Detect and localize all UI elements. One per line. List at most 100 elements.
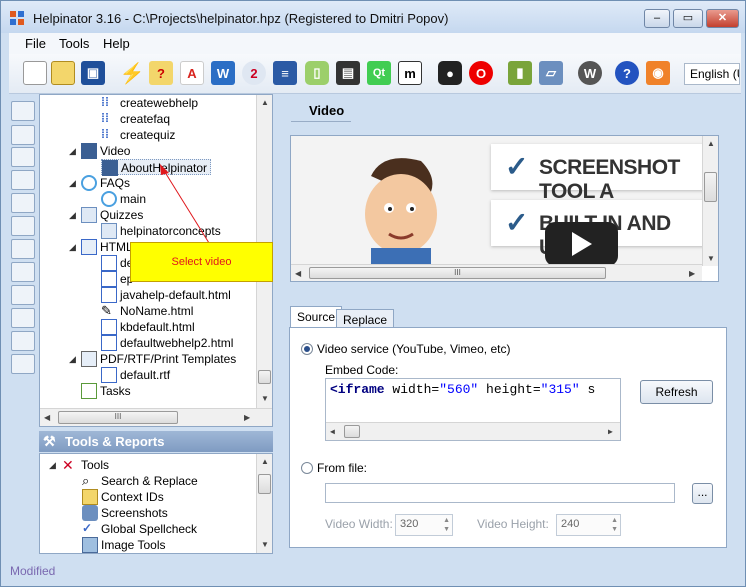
qt-icon[interactable]: Qt [367, 61, 391, 85]
collapse-icon[interactable]: ◢ [69, 178, 76, 189]
new-file-icon[interactable] [23, 61, 47, 85]
spin-arrows-icon[interactable]: ▲ ▼ [443, 516, 450, 534]
video-height-stepper[interactable]: 240 ▲ ▼ [556, 514, 621, 536]
tree-item[interactable]: Tasks [81, 383, 131, 399]
tree-item[interactable]: default.rtf [101, 367, 170, 383]
windows-icon[interactable] [11, 147, 35, 167]
tree-item[interactable]: javahelp-default.html [101, 287, 231, 303]
code-hscrollbar[interactable]: ◀ ▶ [326, 422, 620, 440]
tree-item[interactable]: ⁞⁞ createfaq [101, 111, 170, 127]
embed-code-field[interactable]: <iframe width="560" height="315" s ◀ ▶ [325, 378, 621, 441]
collapse-icon[interactable]: ◢ [69, 210, 76, 221]
from-file-radio[interactable] [301, 462, 313, 474]
scroll-thumb[interactable] [704, 172, 717, 202]
tree-item[interactable]: PDF/RTF/Print Templates [81, 351, 236, 367]
restore-button[interactable]: ▭ [673, 9, 703, 28]
scroll-thumb[interactable] [258, 370, 271, 384]
play-button[interactable] [545, 222, 618, 266]
minimize-button[interactable]: – [644, 9, 670, 28]
markdown-icon[interactable]: m [398, 61, 422, 85]
tree-item[interactable]: HTML [81, 239, 133, 255]
menu-help[interactable]: Help [103, 36, 130, 51]
tree-item[interactable]: ⁞⁞ createquiz [101, 127, 175, 143]
tree-item[interactable]: Image Tools [82, 537, 165, 553]
tree-item[interactable]: FAQs [81, 175, 130, 191]
scroll-thumb[interactable] [258, 474, 271, 494]
quiz-icon[interactable] [11, 285, 35, 305]
collapse-icon[interactable]: ◢ [69, 242, 76, 253]
tree-item[interactable]: ⁞⁞ createwebhelp [101, 95, 198, 111]
tree-item[interactable]: ep [101, 271, 133, 287]
tree-item[interactable]: ✕ Tools [62, 457, 109, 473]
wordpress-icon[interactable]: W [578, 61, 602, 85]
print-template-icon [81, 351, 97, 367]
scroll-thumb[interactable]: III [58, 411, 178, 424]
tree-item[interactable]: de [101, 255, 133, 271]
menu-tools[interactable]: Tools [59, 36, 89, 51]
faq-icon[interactable] [11, 262, 35, 282]
tools-icon: ⚒ [43, 433, 56, 449]
tree-item[interactable]: ⌕ Search & Replace [82, 473, 198, 489]
language-select[interactable]: English (U [684, 63, 740, 85]
html-page-icon[interactable] [11, 170, 35, 190]
menu-bar: File Tools Help [9, 33, 741, 54]
tasks-icon[interactable] [11, 354, 35, 374]
tools-tree: ◢ ✕ Tools ⌕ Search & Replace Context IDs S… [39, 453, 273, 554]
template-icon[interactable] [11, 331, 35, 351]
collapse-icon[interactable]: ◢ [69, 146, 76, 157]
tree-item[interactable]: Quizzes [81, 207, 143, 223]
epub-icon[interactable]: ▮ [508, 61, 532, 85]
tree-item[interactable]: kbdefault.html [101, 319, 195, 335]
page-icon [101, 287, 117, 303]
video-service-label: Video service (YouTube, Vimeo, etc) [317, 342, 511, 356]
tab-source[interactable]: Source [290, 306, 343, 329]
video-height-label: Video Height: [477, 517, 549, 531]
pdf-icon[interactable]: A [180, 61, 204, 85]
collapse-icon[interactable]: ◢ [49, 460, 56, 471]
video-preview[interactable]: ✓ SCREENSHOT TOOL A ✓ BUILT-IN AND USER … [290, 135, 719, 282]
preview-vscrollbar[interactable]: ▲ ▼ [702, 136, 718, 266]
tree-item[interactable]: Screenshots [82, 505, 168, 521]
topic-icon[interactable] [11, 125, 35, 145]
mobile-icon[interactable]: ▯ [305, 61, 329, 85]
tree-item[interactable]: main [101, 191, 146, 207]
refresh-button[interactable]: Refresh [640, 380, 713, 404]
pen-tool-icon[interactable] [11, 101, 35, 121]
ipad-icon[interactable]: ▱ [539, 61, 563, 85]
build-icon[interactable]: ⚡ [120, 61, 145, 85]
scroll-thumb[interactable]: III [309, 267, 606, 279]
tree-item[interactable]: defaultwebhelp2.html [101, 335, 233, 351]
tree-hscrollbar[interactable]: ◀ III ▶ [40, 408, 272, 426]
word-icon[interactable]: W [211, 61, 235, 85]
copy-icon[interactable] [11, 308, 35, 328]
preview-hscrollbar[interactable]: ◀ III ▶ [291, 264, 702, 281]
save-icon[interactable]: ▣ [81, 61, 105, 85]
spin-arrows-icon[interactable]: ▲ ▼ [611, 516, 618, 534]
opera-icon[interactable]: O [469, 61, 493, 85]
steps-icon[interactable] [11, 216, 35, 236]
rss-icon[interactable]: ◉ [646, 61, 670, 85]
github-icon[interactable]: ● [438, 61, 462, 85]
print-icon[interactable]: ▤ [336, 61, 360, 85]
tree-item[interactable]: ✎ NoName.html [101, 303, 193, 319]
status-bar: Modified [1, 561, 745, 586]
chm-icon[interactable]: 2 [242, 61, 266, 85]
video-width-stepper[interactable]: 320 ▲ ▼ [395, 514, 453, 536]
video-service-radio[interactable] [301, 343, 313, 355]
tree-item[interactable]: Context IDs [82, 489, 164, 505]
image-icon[interactable] [11, 193, 35, 213]
browse-button[interactable]: ... [692, 483, 713, 504]
open-file-icon[interactable] [51, 61, 75, 85]
scroll-thumb[interactable] [344, 425, 360, 438]
film-icon[interactable] [11, 239, 35, 259]
tree-item[interactable]: Video [81, 143, 130, 159]
menu-file[interactable]: File [25, 36, 46, 51]
help-icon[interactable]: ? [615, 61, 639, 85]
file-path-input[interactable] [325, 483, 675, 503]
tools-vscrollbar[interactable]: ▲ ▼ [256, 454, 272, 553]
tree-item[interactable]: ✓ Global Spellcheck [82, 521, 197, 537]
books-icon[interactable]: ≡ [273, 61, 297, 85]
collapse-icon[interactable]: ◢ [69, 354, 76, 365]
help-topic-icon[interactable]: ? [149, 61, 173, 85]
close-button[interactable]: ✕ [706, 9, 739, 28]
